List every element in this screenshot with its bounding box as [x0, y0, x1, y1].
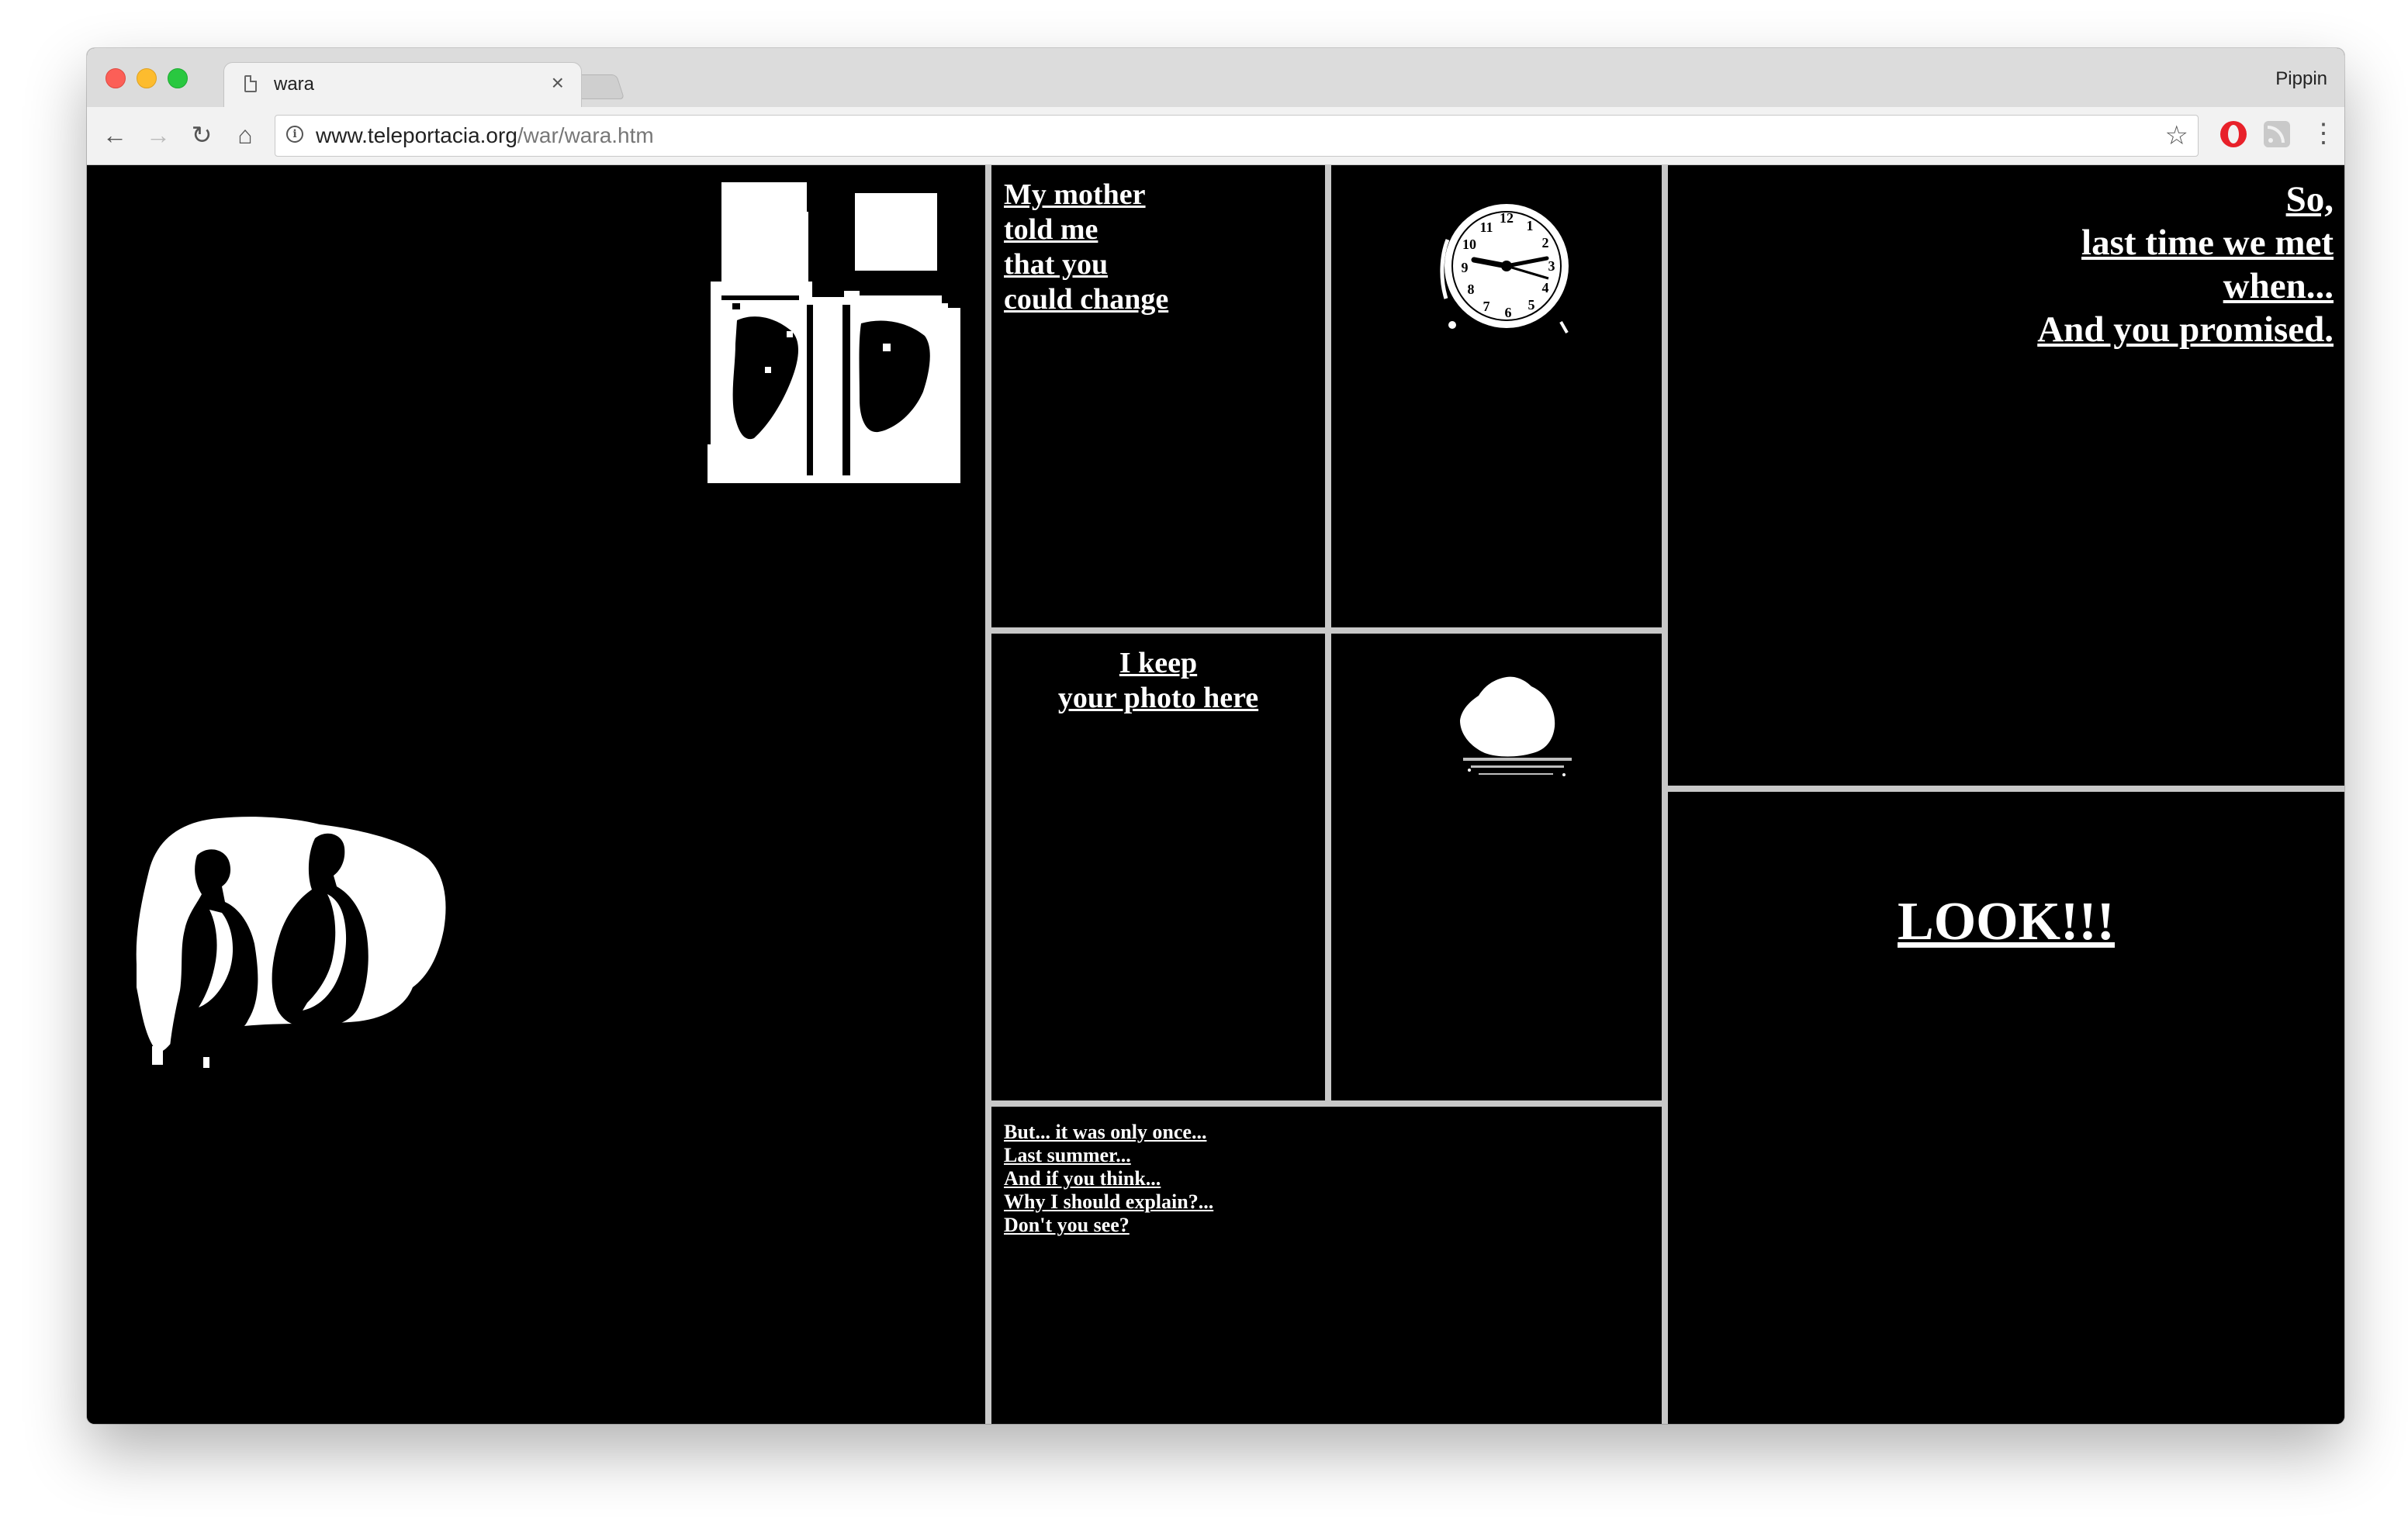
frame-once: But... it was only once... Last summer..… — [991, 1107, 1662, 1424]
svg-text:6: 6 — [1505, 305, 1512, 320]
svg-text:5: 5 — [1528, 297, 1535, 313]
svg-text:2: 2 — [1542, 235, 1549, 250]
tab-close-icon[interactable]: × — [552, 72, 564, 94]
svg-text:4: 4 — [1542, 280, 1549, 295]
so-text: So, last time we met when... And you pro… — [2037, 178, 2334, 351]
svg-text:12: 12 — [1500, 210, 1514, 226]
browser-window: wara × Pippin ← → ↻ ⌂ i www.teleportacia… — [87, 48, 2344, 1424]
svg-text:9: 9 — [1462, 260, 1469, 275]
window-close-button[interactable] — [106, 68, 126, 88]
look-text: LOOK!!! — [1668, 891, 2344, 953]
mother-link-line-3[interactable]: that you — [1004, 247, 1168, 282]
svg-text:11: 11 — [1479, 219, 1493, 235]
frame-mother: My mother told me that you could change — [991, 165, 1325, 627]
svg-text:8: 8 — [1468, 282, 1475, 297]
frame-clock: 12 1 2 3 4 5 6 7 8 9 10 11 — [1331, 165, 1662, 627]
once-link-line-5[interactable]: Don't you see? — [1004, 1214, 1213, 1237]
frame-border-vertical-1[interactable] — [985, 165, 991, 1424]
once-link-line-4[interactable]: Why I should explain?... — [1004, 1190, 1213, 1214]
window-minimize-button[interactable] — [137, 68, 157, 88]
frame-look: LOOK!!! — [1668, 792, 2344, 1424]
rss-extension-icon[interactable] — [2264, 121, 2290, 147]
so-link-line-4[interactable]: And you promised. — [2037, 308, 2334, 351]
frame-border-horizontal-3[interactable] — [1668, 786, 2344, 792]
mother-link-line-1[interactable]: My mother — [1004, 178, 1168, 212]
mother-text: My mother told me that you could change — [1004, 178, 1168, 317]
toolbar: ← → ↻ ⌂ i www.teleportacia.org/war/wara.… — [87, 107, 2344, 165]
site-info-icon[interactable]: i — [286, 126, 303, 143]
bookmark-star-icon[interactable]: ☆ — [2165, 120, 2188, 151]
frame-border-vertical-2[interactable] — [1662, 165, 1668, 1424]
profile-name[interactable]: Pippin — [2275, 68, 2327, 90]
so-link-line-3[interactable]: when... — [2037, 264, 2334, 308]
once-link-line-2[interactable]: Last summer... — [1004, 1144, 1213, 1167]
url-text[interactable]: www.teleportacia.org/war/wara.htm — [316, 123, 654, 148]
look-link[interactable]: LOOK!!! — [1898, 892, 2115, 952]
once-text: But... it was only once... Last summer..… — [1004, 1121, 1213, 1237]
frame-border-horizontal-2[interactable] — [991, 1100, 1662, 1107]
frame-lamp — [1331, 634, 1662, 1100]
so-link-line-2[interactable]: last time we met — [2037, 221, 2334, 264]
keep-link-line-1[interactable]: I keep — [991, 646, 1325, 681]
alarm-clock-image: 12 1 2 3 4 5 6 7 8 9 10 11 — [1440, 204, 1569, 333]
svg-text:3: 3 — [1548, 258, 1555, 274]
frameset-page: My mother told me that you could change … — [87, 165, 2344, 1424]
home-button[interactable]: ⌂ — [230, 119, 261, 150]
once-link-line-1[interactable]: But... it was only once... — [1004, 1121, 1213, 1144]
svg-text:10: 10 — [1462, 237, 1476, 252]
mother-link-line-4[interactable]: could change — [1004, 282, 1168, 317]
keep-link-line-2[interactable]: your photo here — [991, 681, 1325, 716]
glowing-lamp-image — [1460, 676, 1572, 776]
url-path: /war/wara.htm — [517, 123, 654, 147]
mother-link-line-2[interactable]: told me — [1004, 212, 1168, 247]
frame-border-vertical-3[interactable] — [1325, 165, 1331, 1107]
once-link-line-3[interactable]: And if you think... — [1004, 1167, 1213, 1190]
tab-strip: wara × Pippin — [87, 48, 2344, 108]
svg-text:1: 1 — [1527, 218, 1534, 233]
tab-wara[interactable]: wara × — [223, 62, 582, 108]
frame-so: So, last time we met when... And you pro… — [1668, 165, 2344, 786]
browser-menu-icon[interactable]: ⋮ — [2310, 118, 2337, 149]
keep-text: I keep your photo here — [991, 646, 1325, 716]
svg-text:7: 7 — [1483, 299, 1490, 314]
document-icon — [244, 75, 257, 92]
frame-keep: I keep your photo here — [991, 634, 1325, 1100]
so-link-line-1[interactable]: So, — [2037, 178, 2334, 221]
window-maximize-button[interactable] — [168, 68, 188, 88]
window-image — [708, 182, 960, 483]
forward-button[interactable]: → — [143, 119, 174, 150]
address-bar[interactable]: i www.teleportacia.org/war/wara.htm ☆ — [275, 115, 2199, 157]
tab-title: wara — [274, 74, 315, 95]
back-button[interactable]: ← — [99, 119, 130, 150]
frame-left — [87, 165, 985, 1424]
reload-button[interactable]: ↻ — [186, 119, 217, 150]
couple-on-sofa-image — [136, 817, 446, 1068]
opera-extension-icon[interactable] — [2220, 121, 2247, 147]
url-host: www.teleportacia.org — [316, 123, 517, 147]
frame-border-horizontal-1[interactable] — [991, 627, 1662, 634]
